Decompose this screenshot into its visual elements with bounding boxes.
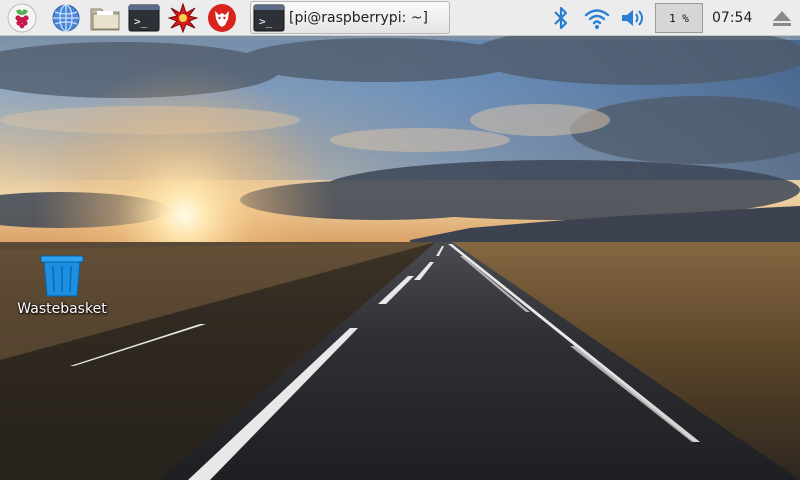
task-label: [pi@raspberrypi: ~] [289, 9, 428, 26]
wifi-icon [584, 9, 610, 29]
taskbar: >_ >_ [pi@raspberrypi: ~] 1 % 07:54 [0, 0, 800, 36]
cpu-usage-monitor[interactable]: 1 % [655, 3, 703, 33]
wifi-button[interactable] [581, 2, 613, 34]
wolfram-button[interactable] [206, 2, 238, 34]
speaker-icon [622, 10, 643, 26]
trash-bin-icon [40, 255, 84, 297]
globe-icon [52, 4, 80, 32]
raspberry-icon [7, 3, 37, 33]
clock[interactable]: 07:54 [712, 0, 752, 36]
cpu-usage-value: 1 % [669, 11, 689, 25]
desktop-wallpaper [0, 0, 800, 480]
terminal-icon: >_ [253, 4, 285, 31]
terminal-task-button[interactable]: >_ [pi@raspberrypi: ~] [250, 1, 450, 34]
eject-button[interactable] [766, 2, 798, 34]
raspberry-menu-button[interactable] [6, 2, 38, 34]
wolf-icon [208, 4, 236, 32]
svg-text:>_: >_ [134, 15, 148, 28]
wastebasket-label: Wastebasket [17, 301, 107, 317]
volume-button[interactable] [617, 2, 649, 34]
bluetooth-icon [554, 6, 568, 30]
eject-icon [773, 11, 791, 26]
red-star-icon [168, 3, 198, 33]
mathematica-button[interactable] [167, 2, 199, 34]
bluetooth-button[interactable] [545, 2, 577, 34]
folder-icon [90, 8, 120, 31]
svg-text:>_: >_ [259, 15, 273, 28]
web-browser-button[interactable] [50, 2, 82, 34]
terminal-button[interactable]: >_ [128, 2, 160, 34]
file-manager-button[interactable] [89, 2, 121, 34]
terminal-icon: >_ [128, 4, 160, 32]
wastebasket-desktop-icon[interactable]: Wastebasket [10, 254, 114, 317]
